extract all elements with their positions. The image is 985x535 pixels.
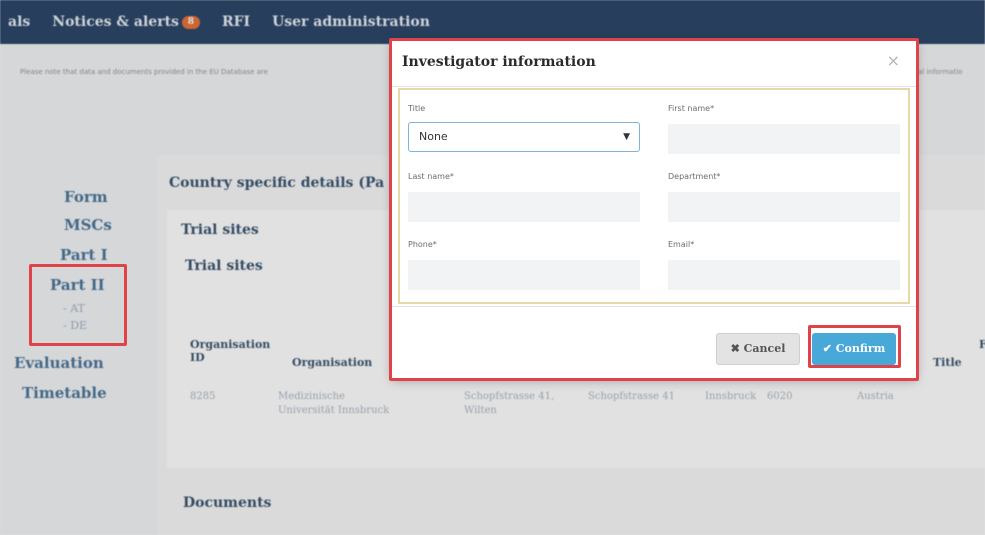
part-2-highlight-box bbox=[29, 264, 127, 346]
confirm-highlight-box bbox=[808, 325, 901, 368]
